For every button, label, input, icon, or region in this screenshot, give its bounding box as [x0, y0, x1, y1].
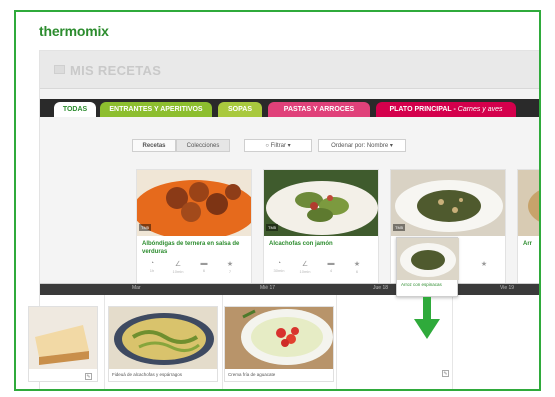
portions-icon: ▬ 4	[327, 260, 335, 273]
tab-plato-principal[interactable]: PLATO PRINCIPAL - Carnes y aves	[376, 102, 516, 117]
star-icon: ★ 7	[226, 261, 234, 274]
planner-recipe-label[interactable]: Crema fría de aguacate	[228, 372, 275, 377]
prep-icon: ∠ 10min	[172, 261, 184, 274]
recipe-card[interactable]: TM5 Albóndigas de ternera en salsa de ve…	[136, 169, 252, 287]
colecciones-toggle[interactable]: Colecciones	[176, 139, 230, 152]
tab-pastas[interactable]: PASTAS Y ARROCES	[268, 102, 370, 117]
recipe-photo	[29, 307, 97, 369]
planner-recipe-card[interactable]: Crema fría de aguacate ✎	[224, 306, 334, 382]
tab-todas[interactable]: TODAS	[54, 102, 96, 117]
week-planner: Mar Mié 17 Jue 18 Vie 19 ✎ Fideuá de alc…	[28, 283, 539, 389]
tm5-badge: TM5	[393, 224, 405, 231]
recipe-title[interactable]: Alcachofas con jamón	[269, 240, 375, 248]
title-bar: MIS RECETAS	[40, 51, 539, 89]
column-divider	[452, 295, 453, 389]
filter-dropdown[interactable]: ○ Filtrar ▾	[244, 139, 312, 152]
edit-icon[interactable]: ✎	[442, 370, 449, 377]
time-icon: ◔ 1h	[149, 260, 155, 273]
recipe-card[interactable]: TM5 Alcachofas con jamón ◔ 30min ∠ 10min ▬…	[263, 169, 379, 287]
recipes-panel: MIS RECETAS TODAS ENTRANTES Y APERITIVOS…	[28, 50, 539, 389]
recipe-photo: TM5	[264, 170, 378, 236]
edit-icon[interactable]: ✎	[85, 373, 92, 380]
recipe-photo	[109, 307, 217, 369]
time-icon: ◔ 30min	[273, 260, 285, 273]
tab-entrantes[interactable]: ENTRANTES Y APERITIVOS	[100, 102, 212, 117]
edit-icon[interactable]: ✎	[323, 389, 330, 391]
thermomix-logo[interactable]: thermomix	[39, 23, 109, 39]
arrow-down-icon	[414, 297, 440, 339]
planner-recipe-card[interactable]: Fideuá de alcachofas y espárragos ✎	[108, 306, 218, 382]
recipe-photo	[518, 170, 539, 236]
portions-icon: ▬ 6	[200, 260, 208, 273]
star-icon: ★ 6	[353, 261, 361, 274]
tm5-badge: TM5	[139, 224, 151, 231]
recipe-photo	[225, 307, 333, 369]
page-title: MIS RECETAS	[54, 63, 161, 78]
tm5-badge: TM5	[266, 224, 278, 231]
dragging-recipe-card[interactable]: Arroz con espinacas	[396, 237, 459, 297]
column-divider	[222, 295, 223, 389]
sort-dropdown[interactable]: Ordenar por: Nombre ▾	[318, 139, 406, 152]
planner-recipe-label[interactable]: Fideuá de alcachofas y espárragos	[112, 372, 182, 377]
day-label: Jue 18	[373, 285, 389, 291]
tab-sopas[interactable]: SOPAS	[218, 102, 262, 117]
recipe-photo	[397, 238, 459, 285]
column-divider	[336, 295, 337, 389]
prep-icon: ∠ 10min	[299, 261, 311, 274]
day-label: Vie 19	[500, 285, 515, 291]
recipe-meta: ◔ 30min ∠ 10min ▬ 4 ★ 6	[269, 260, 377, 278]
star-icon: ★	[480, 261, 488, 268]
drag-label: Arroz con espinacas	[401, 282, 442, 287]
recipe-card[interactable]: Arr	[517, 169, 539, 287]
recipe-title[interactable]: Albóndigas de ternera en salsa de verdur…	[142, 240, 248, 256]
recipe-title[interactable]: Arr	[523, 240, 539, 248]
recetas-toggle[interactable]: Recetas	[132, 139, 176, 152]
planner-recipe-card[interactable]: ✎	[28, 306, 98, 382]
edit-icon[interactable]: ✎	[207, 389, 214, 391]
recipe-meta: ◔ 1h ∠ 10min ▬ 6 ★ 7	[142, 260, 250, 278]
column-divider	[104, 295, 105, 389]
day-label: Mié 17	[260, 285, 276, 291]
category-tabs: TODAS ENTRANTES Y APERITIVOS SOPAS PASTA…	[40, 99, 539, 117]
planner-header: Mar Mié 17 Jue 18 Vie 19	[40, 284, 539, 295]
screenshot-frame: thermomix MIS RECETAS TODAS ENTRANTES Y …	[14, 10, 541, 391]
day-label: Mar	[132, 285, 141, 291]
recipe-photo: TM5	[137, 170, 251, 236]
recipe-photo: TM5	[391, 170, 505, 236]
recipe-book-icon	[54, 65, 65, 74]
